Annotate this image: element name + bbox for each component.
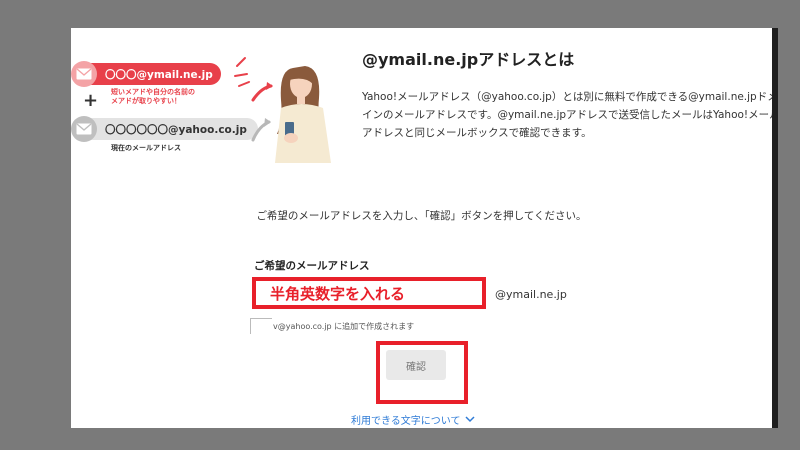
envelope-icon	[71, 61, 97, 87]
email-field-label: ご希望のメールアドレス	[254, 260, 370, 272]
current-address-text: 〇〇〇〇〇〇@yahoo.co.jp	[105, 123, 247, 136]
input-annotation: 半角英数字を入れる	[270, 284, 406, 303]
chevron-down-icon	[464, 416, 475, 423]
allowed-characters-link[interactable]: 利用できる文字について	[351, 412, 475, 427]
new-address-text: 〇〇〇@ymail.ne.jp	[105, 68, 213, 81]
hint-input-fragment	[250, 318, 272, 334]
content-panel: 〇〇〇@ymail.ne.jp 短いメアドや自分の名前の メアドが取りやすい！ …	[71, 28, 772, 428]
window-edge	[772, 28, 778, 428]
envelope-icon	[71, 116, 97, 142]
instruction-text: ご希望のメールアドレスを入力し、「確認」ボタンを押してください。	[256, 210, 587, 222]
description-text: Yahoo!メールアドレス（@yahoo.co.jp）とは別に無料で作成できる@…	[362, 91, 772, 139]
plus-sign: +	[83, 90, 99, 111]
hint-text: v@yahoo.co.jp に追加で作成されます	[273, 322, 415, 331]
hero-illustration: 〇〇〇@ymail.ne.jp 短いメアドや自分の名前の メアドが取りやすい！ …	[71, 28, 341, 168]
new-address-note: 短いメアドや自分の名前の メアドが取りやすい！	[111, 88, 195, 105]
page-title: @ymail.ne.jpアドレスとは	[362, 50, 575, 69]
confirm-button[interactable]: 確認	[386, 350, 446, 380]
new-address-pill: 〇〇〇@ymail.ne.jp	[71, 61, 221, 87]
email-address-input[interactable]: 半角英数字を入れる	[252, 277, 486, 309]
current-address-note: 現在のメールアドレス	[111, 144, 181, 152]
domain-suffix: @ymail.ne.jp	[495, 288, 567, 301]
help-link-label: 利用できる文字について	[351, 416, 461, 427]
woman-with-phone-illustration	[234, 57, 331, 163]
